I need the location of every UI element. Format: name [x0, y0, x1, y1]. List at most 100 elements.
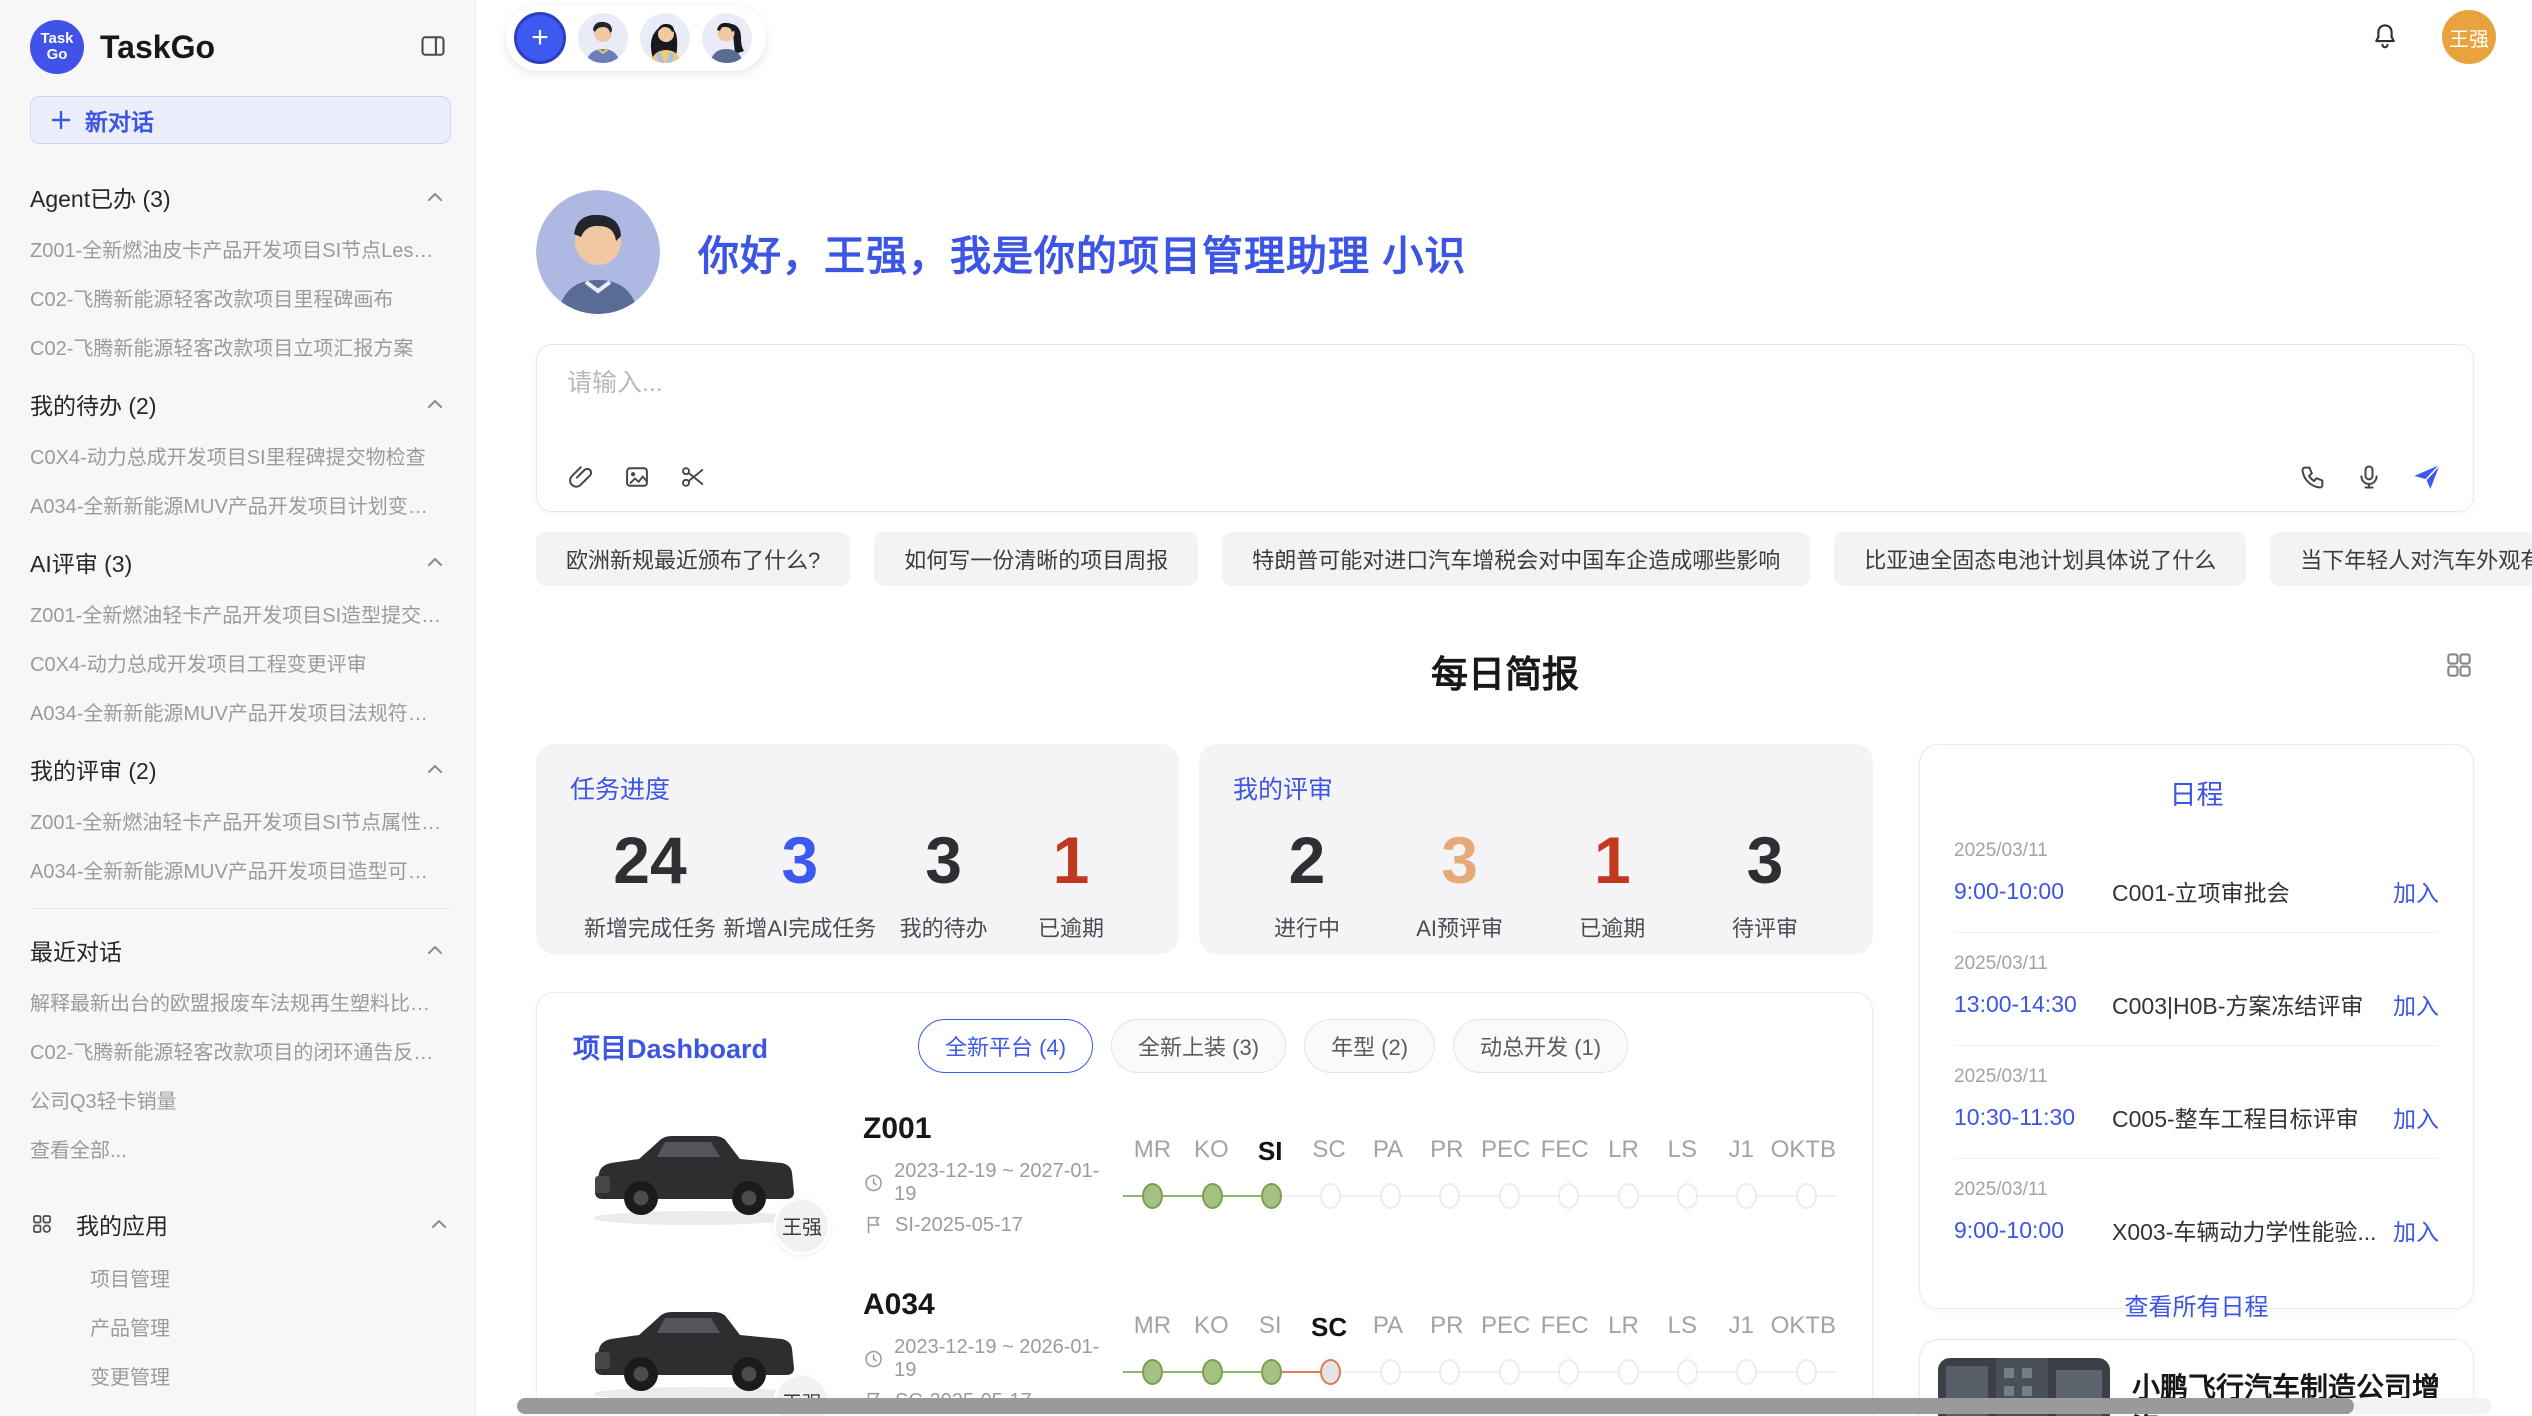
sidebar-item[interactable]: C0X4-动力总成开发项目SI里程碑提交物检查	[30, 431, 451, 480]
sidebar-item[interactable]: C0X4-动力总成开发项目工程变更评审	[30, 638, 451, 687]
milestone-label: PA	[1359, 1136, 1418, 1167]
chevron-up-icon	[423, 392, 447, 416]
milestone-label: PA	[1359, 1312, 1418, 1343]
metric-value: 3	[723, 824, 876, 897]
sidebar-section-header[interactable]: AI评审 (3)	[30, 535, 451, 589]
view-all-schedule-link[interactable]: 查看所有日程	[1954, 1287, 2439, 1322]
milestone-dot	[1320, 1183, 1341, 1209]
schedule-row: 13:00-14:30C003|H0B-方案冻结评审加入	[1954, 987, 2439, 1021]
member-avatar[interactable]	[702, 13, 752, 63]
metric-label: 新增AI完成任务	[723, 911, 876, 943]
insert-image-button[interactable]	[623, 463, 651, 491]
recent-section-header[interactable]: 最近对话	[30, 923, 451, 977]
attach-file-button[interactable]	[567, 463, 595, 491]
metric-label: 已逾期	[1011, 911, 1131, 943]
milestone-dot	[1618, 1183, 1639, 1209]
schedule-date: 2025/03/11	[1954, 1179, 2439, 1201]
notifications-button[interactable]	[2370, 21, 2400, 54]
sidebar-item[interactable]: C02-飞腾新能源轻客改款项目立项汇报方案	[30, 322, 451, 371]
member-avatar[interactable]	[578, 13, 628, 63]
suggestion-chip[interactable]: 如何写一份清晰的项目周报	[874, 532, 1198, 586]
horizontal-scrollbar[interactable]	[517, 1398, 2492, 1414]
milestone-stop	[1658, 1179, 1717, 1213]
layout-toggle-button[interactable]	[2444, 650, 2474, 683]
sidebar-section-header[interactable]: 我的评审 (2)	[30, 742, 451, 796]
member-avatar[interactable]	[640, 13, 690, 63]
milestone-label: J1	[1712, 1312, 1771, 1343]
milestone-stop	[1598, 1355, 1657, 1389]
project-row[interactable]: 王强Z0012023-12-19 ~ 2027-01-19SI-2025-05-…	[537, 1099, 1872, 1249]
schedule-title: 日程	[1954, 773, 2439, 812]
metric-value: 2	[1247, 824, 1367, 897]
milestone-dot	[1142, 1183, 1163, 1209]
recent-conversation-item[interactable]: 查看全部...	[30, 1124, 451, 1173]
join-meeting-link[interactable]: 加入	[2393, 1213, 2439, 1247]
sidebar-item[interactable]: Z001-全新燃油皮卡产品开发项目SI节点Lesson Learn报告	[30, 224, 451, 273]
suggestion-chip[interactable]: 当下年轻人对汽车外观有怎样的喜好趋势	[2270, 532, 2532, 586]
sidebar-item[interactable]: A034-全新新能源MUV产品开发项目造型可行性评审	[30, 845, 451, 894]
screenshot-button[interactable]	[679, 463, 707, 491]
composer-input[interactable]	[567, 369, 2443, 398]
milestone-label: MR	[1123, 1136, 1182, 1167]
dashboard-tab[interactable]: 全新上装 (3)	[1111, 1019, 1286, 1073]
milestone-label: FEC	[1535, 1136, 1594, 1167]
sidebar-section-header[interactable]: 我的待办 (2)	[30, 377, 451, 431]
add-member-button[interactable]: +	[514, 12, 566, 64]
sidebar-item[interactable]: Z001-全新燃油轻卡产品开发项目SI节点属性5D文件评审	[30, 796, 451, 845]
app-item[interactable]: 产品管理	[30, 1302, 451, 1351]
sidebar-recent: 最近对话解释最新出台的欧盟报废车法规再生塑料比例被调至15%...C02-飞腾新…	[30, 923, 451, 1173]
project-next-milestone: SI-2025-05-17	[863, 1214, 1113, 1237]
sidebar: Task Go TaskGo 新对话 Agent已办 (3)Z001-全新燃油皮…	[0, 0, 476, 1416]
milestone-label: KO	[1182, 1136, 1241, 1167]
milestone-label: PEC	[1476, 1312, 1535, 1343]
microphone-button[interactable]	[2355, 463, 2383, 491]
my-apps-header[interactable]: 我的应用	[30, 1195, 451, 1253]
recent-conversation-item[interactable]: 公司Q3轻卡销量	[30, 1075, 451, 1124]
schedule-item: 2025/03/119:00-10:00X003-车辆动力学性能验...加入	[1954, 1159, 2439, 1271]
app-item[interactable]: 变更管理	[30, 1351, 451, 1400]
metric: 1已逾期	[1011, 824, 1131, 943]
schedule-item: 2025/03/1113:00-14:30C003|H0B-方案冻结评审加入	[1954, 933, 2439, 1046]
recent-conversation-item[interactable]: 解释最新出台的欧盟报废车法规再生塑料比例被调至15%...	[30, 977, 451, 1026]
dashboard-tab[interactable]: 全新平台 (4)	[918, 1019, 1093, 1073]
sidebar-item[interactable]: A034-全新新能源MUV产品开发项目法规符合性评审	[30, 687, 451, 736]
schedule-time: 9:00-10:00	[1954, 1217, 2112, 1244]
metric-value: 24	[584, 824, 716, 897]
sidebar-item[interactable]: A034-全新新能源MUV产品开发项目计划变更表编写	[30, 480, 451, 529]
milestone-dot	[1202, 1183, 1223, 1209]
sidebar-sections: Agent已办 (3)Z001-全新燃油皮卡产品开发项目SI节点Lesson L…	[30, 170, 451, 894]
project-row[interactable]: 王强A0342023-12-19 ~ 2026-01-19SC-2025-05-…	[537, 1275, 1872, 1416]
sidebar-item[interactable]: Z001-全新燃油轻卡产品开发项目SI造型提交物评审	[30, 589, 451, 638]
voice-call-button[interactable]	[2299, 463, 2327, 491]
join-meeting-link[interactable]: 加入	[2393, 1100, 2439, 1134]
suggestion-chip[interactable]: 比亚迪全固态电池计划具体说了什么	[1834, 532, 2246, 586]
milestone-dot	[1202, 1359, 1223, 1385]
app-item[interactable]: 查看全部...	[30, 1400, 451, 1416]
join-meeting-link[interactable]: 加入	[2393, 874, 2439, 908]
metric-value: 1	[1552, 824, 1672, 897]
milestone-label: SI	[1241, 1312, 1300, 1343]
user-avatar[interactable]: 王强	[2442, 10, 2496, 64]
dashboard-tab[interactable]: 年型 (2)	[1304, 1019, 1435, 1073]
suggestion-chips: 欧洲新规最近颁布了什么? 如何写一份清晰的项目周报特朗普可能对进口汽车增税会对中国…	[536, 532, 2474, 586]
collapse-sidebar-button[interactable]	[415, 28, 451, 67]
send-button[interactable]	[2411, 461, 2443, 493]
sidebar-section-header[interactable]: Agent已办 (3)	[30, 170, 451, 224]
sidebar-section-title: 我的待办 (2)	[30, 387, 157, 421]
sidebar-section: 我的评审 (2)Z001-全新燃油轻卡产品开发项目SI节点属性5D文件评审A03…	[30, 742, 451, 894]
scrollbar-thumb[interactable]	[517, 1398, 2354, 1414]
dashboard-tab[interactable]: 动总开发 (1)	[1453, 1019, 1628, 1073]
sidebar-item[interactable]: C02-飞腾新能源轻客改款项目里程碑画布	[30, 273, 451, 322]
schedule-event-title: C003|H0B-方案冻结评审	[2112, 987, 2379, 1021]
project-date-range: 2023-12-19 ~ 2027-01-19	[863, 1160, 1113, 1206]
briefing-right-column: 日程 2025/03/119:00-10:00C001-立项审批会加入2025/…	[1919, 744, 2474, 1416]
join-meeting-link[interactable]: 加入	[2393, 987, 2439, 1021]
suggestion-chip[interactable]: 特朗普可能对进口汽车增税会对中国车企造成哪些影响	[1222, 532, 1810, 586]
main-area: + 王强	[476, 0, 2532, 1416]
schedule-time: 13:00-14:30	[1954, 991, 2112, 1018]
suggestion-chip[interactable]: 欧洲新规最近颁布了什么?	[536, 532, 850, 586]
new-chat-button[interactable]: 新对话	[30, 96, 451, 144]
app-item[interactable]: 项目管理	[30, 1253, 451, 1302]
milestone-dot	[1796, 1183, 1817, 1209]
recent-conversation-item[interactable]: C02-飞腾新能源轻客改款项目的闭环通告反馈情况	[30, 1026, 451, 1075]
